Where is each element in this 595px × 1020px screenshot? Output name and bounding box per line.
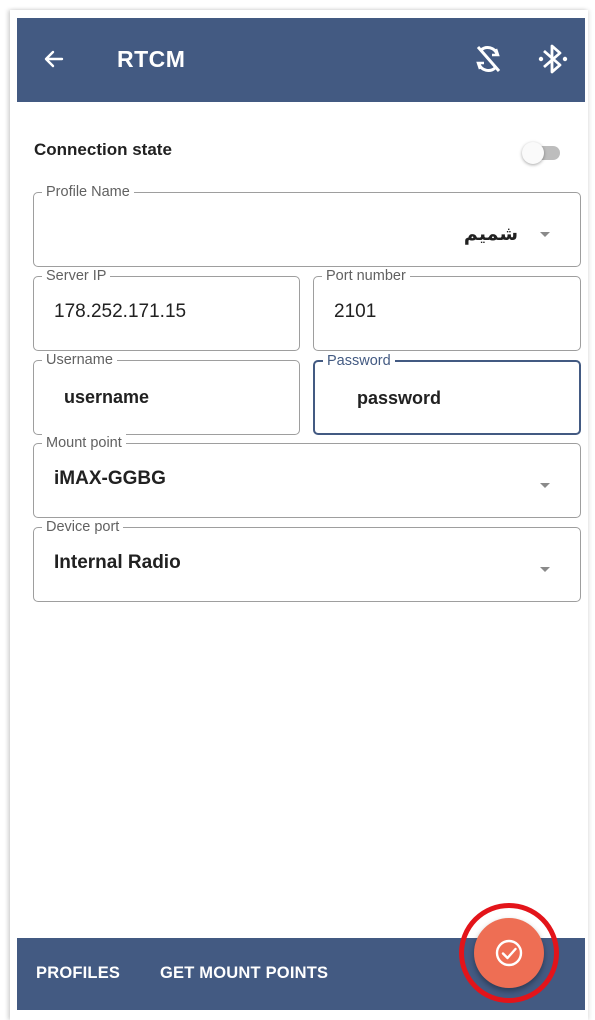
get-mount-points-tab[interactable]: GET MOUNT POINTS — [160, 964, 328, 983]
port-number-value: 2101 — [334, 301, 377, 322]
confirm-fab-button[interactable] — [474, 918, 544, 988]
port-number-label: Port number — [322, 267, 410, 285]
connection-state-label: Connection state — [34, 140, 172, 159]
password-field[interactable]: Password password — [313, 352, 581, 435]
password-label: Password — [323, 352, 395, 370]
username-field[interactable]: Username username — [33, 351, 300, 435]
port-number-field[interactable]: Port number 2101 — [313, 267, 581, 351]
chevron-down-icon — [540, 232, 550, 237]
mount-point-value: iMAX-GGBG — [54, 468, 166, 489]
bluetooth-searching-icon[interactable] — [538, 40, 568, 78]
mount-point-label: Mount point — [42, 434, 126, 452]
back-arrow-icon[interactable] — [41, 46, 67, 72]
check-circle-icon — [495, 939, 523, 967]
username-label: Username — [42, 351, 117, 369]
chevron-down-icon — [540, 483, 550, 488]
sync-disabled-icon[interactable] — [472, 41, 504, 77]
device-port-value: Internal Radio — [54, 552, 181, 573]
device-port-dropdown[interactable]: Device port Internal Radio — [33, 518, 581, 602]
username-value: username — [64, 387, 150, 407]
device-port-label: Device port — [42, 518, 124, 536]
chevron-down-icon — [540, 567, 550, 572]
server-ip-value: 178.252.171.15 — [54, 301, 187, 322]
profile-name-label: Profile Name — [42, 183, 134, 201]
password-value: password — [357, 388, 442, 408]
profiles-tab[interactable]: PROFILES — [36, 964, 120, 983]
page-title: RTCM — [117, 46, 186, 72]
server-ip-field[interactable]: Server IP 178.252.171.15 — [33, 267, 300, 351]
profile-name-value: شمیم — [463, 224, 518, 245]
toggle-knob — [522, 142, 544, 164]
mount-point-dropdown[interactable]: Mount point iMAX-GGBG — [33, 434, 581, 518]
connection-toggle[interactable] — [520, 142, 564, 164]
app-bar: RTCM — [17, 18, 585, 102]
profile-name-dropdown[interactable]: Profile Name شمیم — [33, 183, 581, 267]
server-ip-label: Server IP — [42, 267, 111, 285]
